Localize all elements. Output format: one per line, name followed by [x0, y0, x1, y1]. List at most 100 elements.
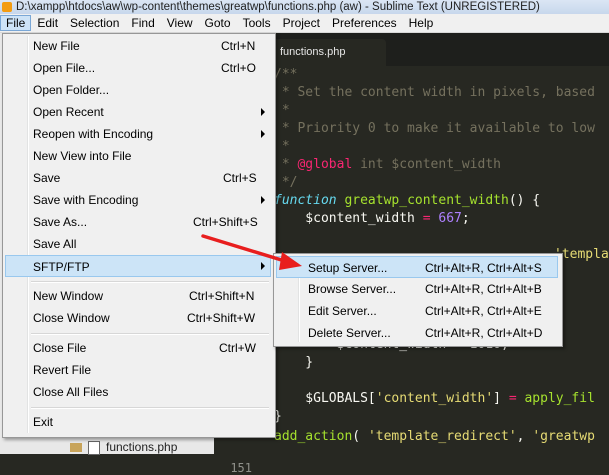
- code-token: *: [274, 157, 298, 172]
- menu-item-reopen-with-encoding[interactable]: Reopen with Encoding: [5, 123, 271, 145]
- code-token: int: [352, 157, 384, 172]
- menu-view[interactable]: View: [161, 15, 199, 31]
- menu-item-exit[interactable]: Exit: [5, 411, 271, 433]
- menu-item-label: Close All Files: [33, 385, 109, 399]
- code-token: 'greatwp: [532, 429, 595, 444]
- menu-item-shortcut: Ctrl+S: [223, 171, 257, 185]
- menu-separator: [31, 407, 269, 409]
- menu-item-label: SFTP/FTP: [33, 260, 90, 274]
- code-line: * Priority 0 to make it available to low: [274, 121, 595, 136]
- file-menu: New File Ctrl+N Open File... Ctrl+O Open F…: [2, 33, 276, 438]
- sidebar-file-item[interactable]: functions.php: [70, 440, 177, 455]
- menu-item-label: Open Recent: [33, 105, 104, 119]
- submenu-arrow-icon: [261, 130, 265, 138]
- menu-separator: [31, 281, 269, 283]
- code-token: () {: [508, 193, 541, 208]
- menu-tools[interactable]: Tools: [237, 15, 277, 31]
- code-line: /**: [274, 67, 298, 82]
- window-title: D:\xampp\htdocs\aw\wp-content\themes\gre…: [16, 1, 540, 13]
- menu-item-shortcut: Ctrl+Alt+R, Ctrl+Alt+D: [425, 326, 543, 340]
- menu-item-label: New Window: [33, 289, 104, 303]
- code-token: function: [274, 193, 337, 208]
- menu-find[interactable]: Find: [125, 15, 160, 31]
- menu-item-label: Revert File: [33, 363, 92, 377]
- menu-item-label: Browse Server...: [308, 282, 397, 296]
- file-icon: [88, 440, 100, 455]
- code-line: * @global int $content_width: [274, 156, 501, 174]
- menu-item-shortcut: Ctrl+N: [221, 39, 256, 53]
- menu-project[interactable]: Project: [277, 15, 326, 31]
- code-line: add_action( 'template_redirect', 'greatw…: [274, 428, 595, 446]
- menu-edit[interactable]: Edit: [31, 15, 64, 31]
- menu-item-new-window[interactable]: New Window Ctrl+Shift+N: [5, 285, 271, 307]
- menu-item-open-folder[interactable]: Open Folder...: [5, 79, 271, 101]
- menu-selection[interactable]: Selection: [64, 15, 125, 31]
- menu-item-save-all[interactable]: Save All: [5, 233, 271, 255]
- code-token: 667: [430, 211, 462, 226]
- menu-item-edit-server[interactable]: Edit Server... Ctrl+Alt+R, Ctrl+Alt+E: [276, 300, 558, 322]
- menu-help[interactable]: Help: [403, 15, 440, 31]
- code-token: $GLOBALS[: [274, 391, 376, 406]
- code-line: $GLOBALS['content_width'] = apply_fil: [274, 390, 595, 408]
- menu-item-label: Save All: [33, 237, 77, 251]
- menu-item-setup-server[interactable]: Setup Server... Ctrl+Alt+R, Ctrl+Alt+S: [276, 256, 558, 278]
- menu-file[interactable]: File: [0, 15, 32, 31]
- menu-item-label: Close Window: [33, 311, 110, 325]
- code-token: $content_width: [383, 157, 501, 172]
- menu-item-label: Setup Server...: [308, 261, 388, 275]
- menu-item-label: Edit Server...: [308, 304, 377, 318]
- menu-item-new-file[interactable]: New File Ctrl+N: [5, 35, 271, 57]
- menu-item-save-with-encoding[interactable]: Save with Encoding: [5, 189, 271, 211]
- menu-item-revert-file[interactable]: Revert File: [5, 359, 271, 381]
- menu-item-shortcut: Ctrl+O: [221, 61, 257, 75]
- menu-item-close-window[interactable]: Close Window Ctrl+Shift+W: [5, 307, 271, 329]
- code-line: function greatwp_content_width() {: [274, 192, 540, 210]
- code-token: 'content_width': [375, 391, 494, 406]
- code-line: * Set the content width in pixels, based: [274, 85, 595, 100]
- submenu-arrow-icon: [261, 108, 265, 116]
- menu-item-save[interactable]: Save Ctrl+S: [5, 167, 271, 189]
- code-token: @global: [297, 157, 353, 172]
- menu-item-label: Exit: [33, 415, 54, 429]
- menu-item-open-recent[interactable]: Open Recent: [5, 101, 271, 123]
- menu-separator: [31, 333, 269, 335]
- menu-item-close-all-files[interactable]: Close All Files: [5, 381, 271, 403]
- menu-item-shortcut: Ctrl+Alt+R, Ctrl+Alt+B: [425, 282, 542, 296]
- menu-item-label: Save: [33, 171, 61, 185]
- menu-item-shortcut: Ctrl+Alt+R, Ctrl+Alt+S: [425, 261, 542, 275]
- code-token: ,: [516, 429, 533, 444]
- menu-item-label: Delete Server...: [308, 326, 391, 340]
- title-bar: D:\xampp\htdocs\aw\wp-content\themes\gre…: [0, 0, 609, 14]
- code-line: }: [274, 355, 314, 370]
- sftp-submenu: Setup Server... Ctrl+Alt+R, Ctrl+Alt+S Br…: [273, 253, 563, 347]
- code-token: 'template_redirect': [367, 429, 517, 444]
- menu-item-close-file[interactable]: Close File Ctrl+W: [5, 337, 271, 359]
- tab-functions-php[interactable]: functions.php: [266, 39, 386, 66]
- code-token: greatwp_content_width: [336, 193, 509, 208]
- menu-item-label: Open Folder...: [33, 83, 110, 97]
- menu-item-open-file[interactable]: Open File... Ctrl+O: [5, 57, 271, 79]
- code-token: apply_fil: [516, 391, 595, 406]
- menu-preferences[interactable]: Preferences: [326, 15, 403, 31]
- menu-item-save-as[interactable]: Save As... Ctrl+Shift+S: [5, 211, 271, 233]
- menu-item-label: Close File: [33, 341, 87, 355]
- menu-item-label: Save As...: [33, 215, 88, 229]
- menu-goto[interactable]: Goto: [199, 15, 237, 31]
- menu-item-new-view-into-file[interactable]: New View into File: [5, 145, 271, 167]
- menu-item-shortcut: Ctrl+Alt+R, Ctrl+Alt+E: [425, 304, 542, 318]
- menu-item-browse-server[interactable]: Browse Server... Ctrl+Alt+R, Ctrl+Alt+B: [276, 278, 558, 300]
- menu-item-shortcut: Ctrl+Shift+N: [189, 289, 255, 303]
- code-line: $content_width = 667;: [274, 210, 470, 228]
- menu-item-shortcut: Ctrl+Shift+S: [193, 215, 258, 229]
- code-line: *: [274, 103, 290, 118]
- code-token: ;: [461, 211, 470, 226]
- code-line: *: [274, 139, 290, 154]
- code-token: ]: [493, 391, 509, 406]
- menu-item-label: New View into File: [33, 149, 132, 163]
- menu-item-delete-server[interactable]: Delete Server... Ctrl+Alt+R, Ctrl+Alt+D: [276, 322, 558, 344]
- menu-item-label: Save with Encoding: [33, 193, 139, 207]
- menu-item-sftp-ftp[interactable]: SFTP/FTP: [5, 255, 271, 277]
- menu-item-shortcut: Ctrl+Shift+W: [187, 311, 256, 325]
- menu-bar: File Edit Selection Find View Goto Tools Projec…: [0, 14, 609, 33]
- menu-item-label: Reopen with Encoding: [33, 127, 154, 141]
